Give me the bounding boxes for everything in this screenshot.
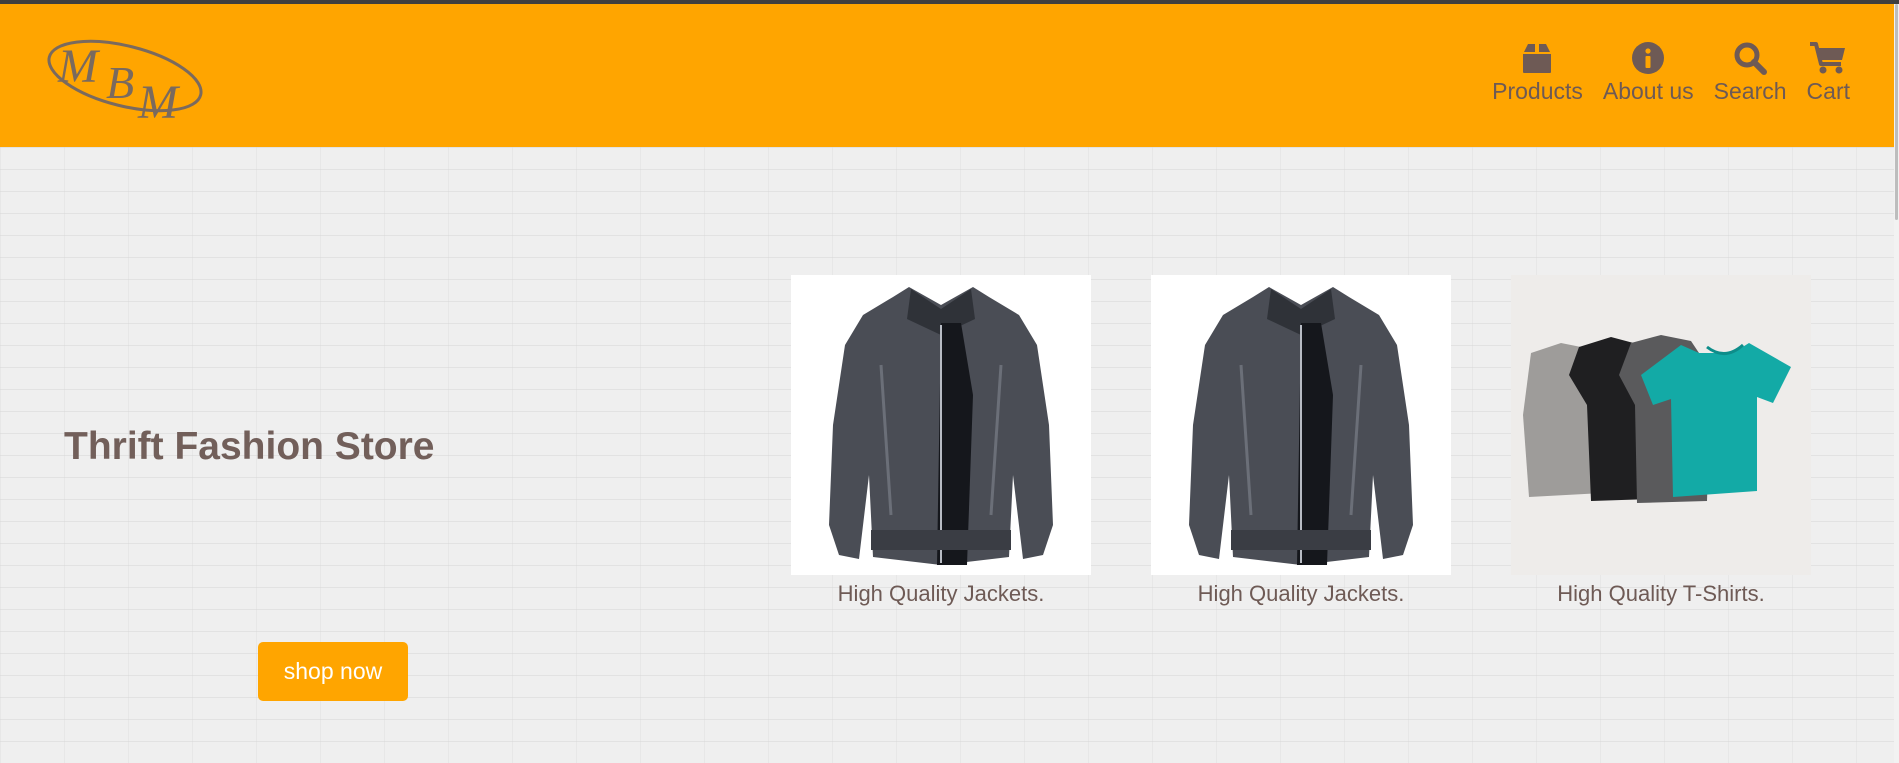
nav-cart[interactable]: Cart [1807,40,1850,105]
nav-products[interactable]: Products [1492,40,1583,105]
denim-jacket-image [1151,275,1451,575]
search-icon [1731,40,1769,76]
box-icon [1518,40,1556,76]
scrollbar-thumb[interactable] [1895,4,1898,220]
cart-icon [1809,40,1847,76]
denim-jacket-image [791,275,1091,575]
product-caption: High Quality Jackets. [837,581,1045,606]
page-title: Thrift Fashion Store [64,425,435,468]
product-caption: High Quality Jackets. [1197,581,1405,606]
product-card[interactable]: High Quality T-Shirts. [1511,275,1811,607]
nav-search[interactable]: Search [1714,40,1787,105]
product-card[interactable]: High Quality Jackets. [1151,275,1451,607]
hero-section: Thrift Fashion Store shop now High Quali… [0,147,1894,763]
site-header: M B M Products About us Search Cart [0,4,1894,147]
logo-link[interactable]: M B M [40,30,215,129]
nav-about[interactable]: About us [1603,40,1694,105]
nav-search-label: Search [1713,78,1787,104]
main-nav: Products About us Search Cart [1492,40,1850,105]
product-card[interactable]: High Quality Jackets. [791,275,1091,607]
product-caption: High Quality T-Shirts. [1557,581,1765,606]
nav-products-label: Products [1492,78,1583,104]
tshirts-image [1511,275,1811,575]
svg-text:M: M [57,40,101,93]
svg-text:B: B [106,57,134,108]
nav-cart-label: Cart [1806,78,1850,104]
shop-now-button[interactable]: shop now [258,642,408,701]
info-icon [1629,40,1667,76]
mbm-logo: M B M [47,39,203,129]
nav-about-label: About us [1602,78,1694,104]
svg-text:M: M [137,76,181,126]
page-scrollbar[interactable] [1894,4,1899,763]
